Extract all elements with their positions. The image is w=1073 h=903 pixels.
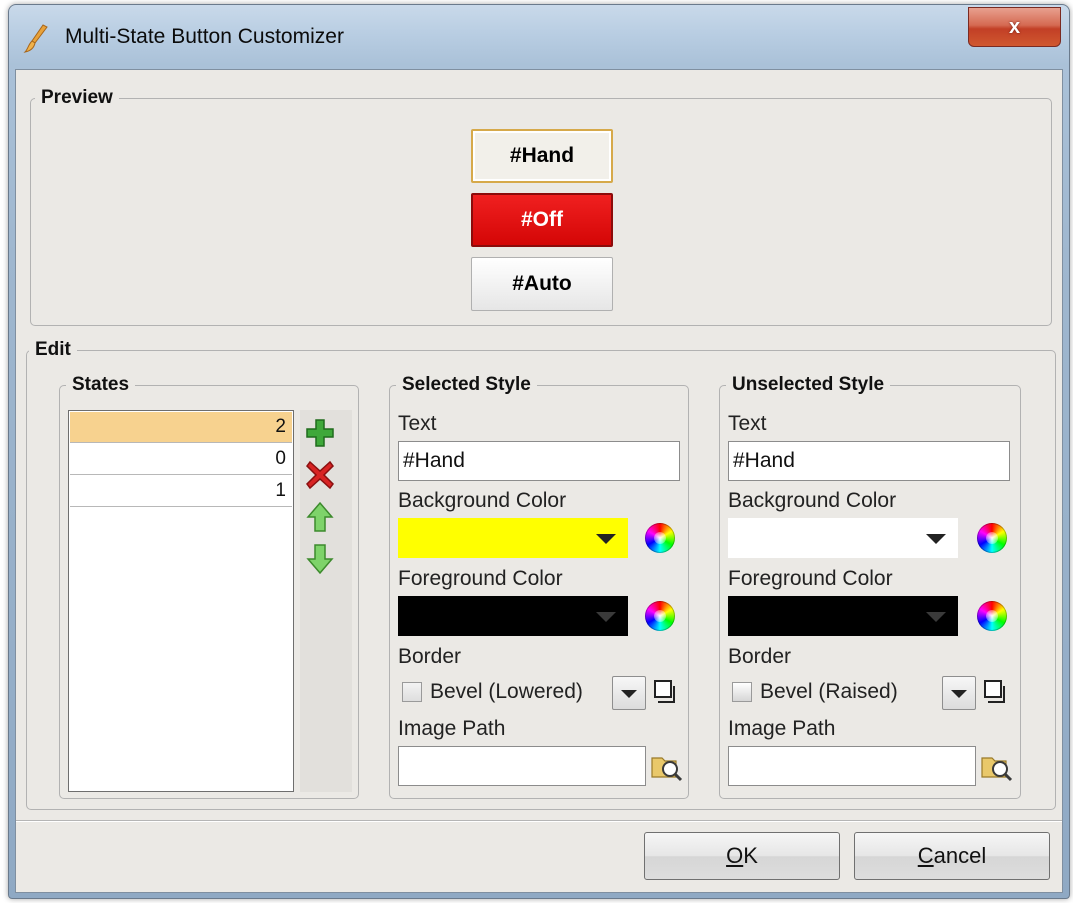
unselected-style-group: Unselected Style Text Background Color F… (719, 374, 1021, 799)
preview-button-hand[interactable]: #Hand (471, 129, 613, 183)
move-up-icon[interactable] (303, 500, 337, 534)
unselected-image-path-label: Image Path (728, 717, 836, 740)
dialog-content: Preview #Hand #Off #Auto Edit States 2 0… (15, 69, 1063, 893)
preview-button-off[interactable]: #Off (471, 193, 613, 247)
selected-border-label: Border (398, 645, 462, 668)
border-edit-icon[interactable] (652, 678, 680, 706)
chevron-down-icon (596, 612, 616, 622)
selected-style-title: Selected Style (396, 374, 537, 396)
preview-button-label: #Off (521, 208, 563, 231)
chevron-down-icon (596, 534, 616, 544)
border-preview-swatch (402, 682, 422, 702)
chevron-down-icon (926, 612, 946, 622)
unselected-foreground-label: Foreground Color (728, 567, 893, 590)
selected-border-value: Bevel (Lowered) (430, 680, 583, 703)
selected-foreground-color-dropdown[interactable] (398, 596, 628, 636)
preview-button-label: #Auto (512, 272, 572, 295)
customizer-window: Multi-State Button Customizer x Preview … (8, 4, 1070, 899)
state-value: 2 (275, 416, 286, 437)
color-wheel-icon[interactable] (645, 523, 675, 553)
selected-image-path-label: Image Path (398, 717, 506, 740)
state-row[interactable]: 0 (70, 444, 292, 475)
preview-group: Preview #Hand #Off #Auto (30, 87, 1052, 326)
states-group-title: States (66, 374, 136, 396)
state-row-selected[interactable]: 2 (70, 412, 292, 443)
unselected-foreground-color-dropdown[interactable] (728, 596, 958, 636)
border-preview-swatch (732, 682, 752, 702)
browse-folder-icon[interactable] (980, 749, 1014, 783)
window-title: Multi-State Button Customizer (65, 25, 344, 48)
border-edit-icon[interactable] (982, 678, 1010, 706)
cancel-button[interactable]: Cancel (854, 832, 1050, 880)
unselected-background-color-dropdown[interactable] (728, 518, 958, 558)
preview-button-label: #Hand (509, 144, 575, 167)
color-wheel-icon[interactable] (645, 601, 675, 631)
ok-button-label: OK (726, 843, 758, 868)
browse-folder-icon[interactable] (650, 749, 684, 783)
state-value: 1 (275, 480, 286, 501)
brush-icon (23, 24, 48, 53)
selected-text-label: Text (398, 412, 437, 435)
color-wheel-icon[interactable] (977, 523, 1007, 553)
selected-image-path-input[interactable] (398, 746, 646, 786)
title-bar[interactable]: Multi-State Button Customizer x (9, 5, 1069, 65)
selected-style-group: Selected Style Text Background Color For… (389, 374, 689, 799)
unselected-text-input[interactable] (728, 441, 1010, 481)
edit-group: Edit States 2 0 1 Selected Style Text #H… (26, 339, 1056, 810)
states-list[interactable]: 2 0 1 (68, 410, 294, 792)
ok-button[interactable]: OK (644, 832, 840, 880)
preview-group-title: Preview (35, 87, 119, 109)
states-group: States 2 0 1 (59, 374, 359, 799)
state-value: 0 (275, 448, 286, 469)
chevron-down-icon[interactable] (942, 676, 976, 710)
color-wheel-icon[interactable] (977, 601, 1007, 631)
selected-background-color-dropdown[interactable] (398, 518, 628, 558)
chevron-down-icon (926, 534, 946, 544)
states-toolbar (300, 410, 352, 792)
unselected-border-value: Bevel (Raised) (760, 680, 898, 703)
unselected-image-path-input[interactable] (728, 746, 976, 786)
unselected-border-label: Border (728, 645, 792, 668)
delete-icon[interactable] (303, 458, 337, 492)
footer-separator (16, 820, 1062, 822)
chevron-down-icon[interactable] (612, 676, 646, 710)
close-button[interactable]: x (968, 7, 1061, 47)
selected-foreground-label: Foreground Color (398, 567, 563, 590)
move-down-icon[interactable] (303, 542, 337, 576)
preview-button-auto[interactable]: #Auto (471, 257, 613, 311)
close-icon: x (1008, 15, 1021, 38)
unselected-style-title: Unselected Style (726, 374, 891, 396)
edit-group-title: Edit (29, 339, 77, 361)
selected-background-label: Background Color (398, 489, 567, 512)
cancel-button-label: Cancel (917, 843, 987, 868)
unselected-background-label: Background Color (728, 489, 897, 512)
selected-text-input[interactable] (398, 441, 680, 481)
state-row[interactable]: 1 (70, 476, 292, 507)
unselected-text-label: Text (728, 412, 767, 435)
add-icon[interactable] (303, 416, 337, 450)
